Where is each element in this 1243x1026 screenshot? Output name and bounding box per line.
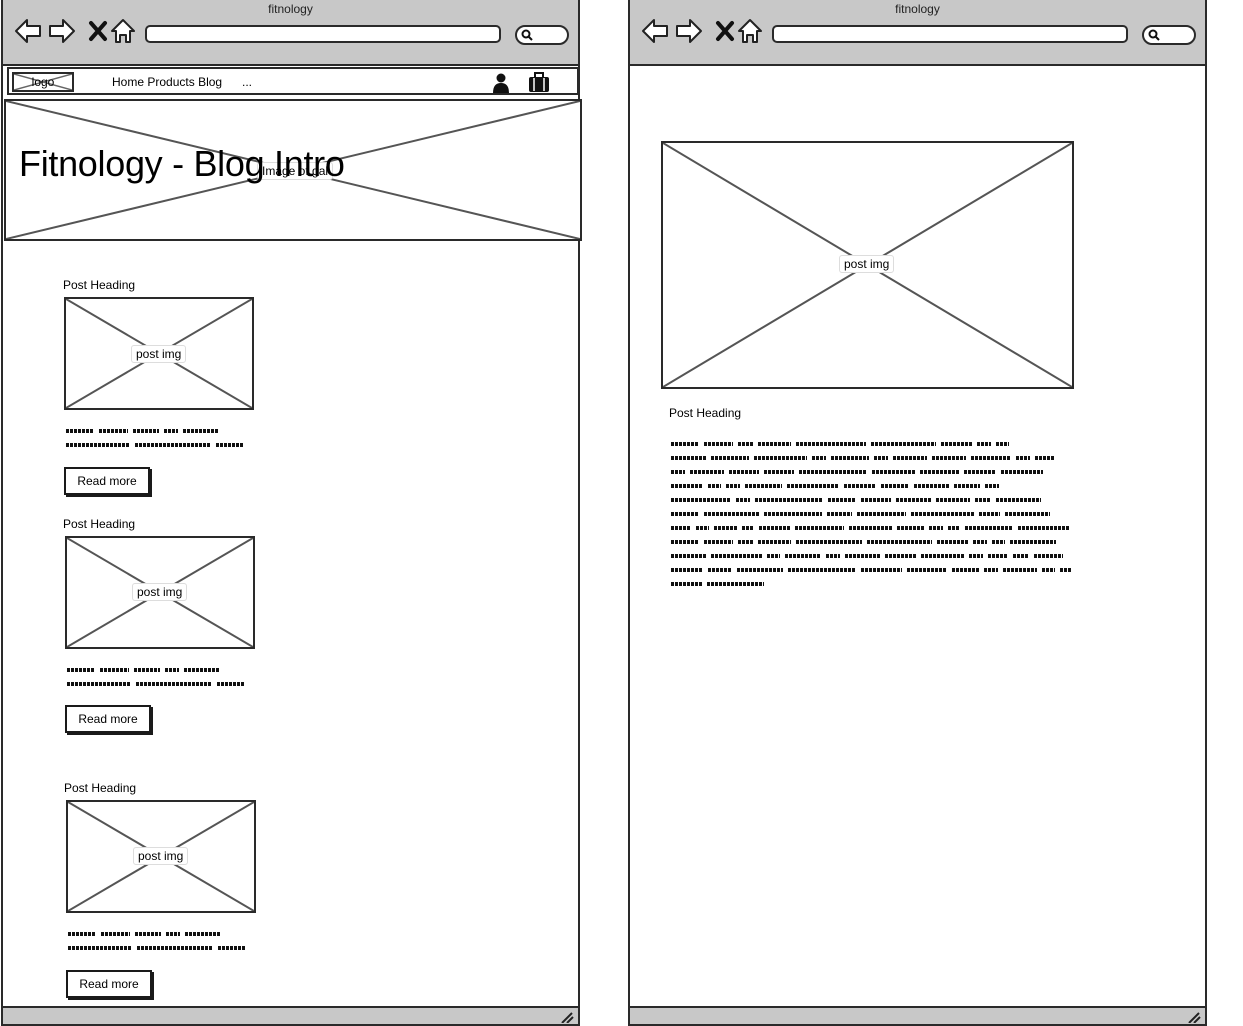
browser-statusbar (630, 1006, 1205, 1024)
nav-more[interactable]: ... (242, 75, 252, 89)
page-title: Fitnology - Blog Intro (19, 143, 345, 184)
post-heading: Post Heading (63, 517, 136, 531)
post-heading: Post Heading (669, 406, 742, 420)
nav-links: Home Products Blog (112, 75, 222, 89)
post-excerpt-text (68, 932, 246, 950)
browser-window-left: fitnology logo Home Products Blog ... Im… (1, 0, 582, 1026)
address-bar[interactable] (772, 25, 1128, 43)
forward-arrow-icon[interactable] (674, 16, 704, 46)
post-heading: Post Heading (63, 278, 136, 292)
post-excerpt-text (67, 668, 245, 686)
post-body-text (671, 442, 1071, 586)
nav-link-home[interactable]: Home (112, 75, 144, 89)
post-image: post img (64, 297, 254, 410)
post-image: post img (66, 800, 256, 913)
nav-link-products[interactable]: Products (147, 75, 194, 89)
post-heading: Post Heading (64, 781, 137, 795)
post-image-label: post img (133, 847, 189, 865)
search-icon (521, 29, 533, 41)
post-image-label: post img (839, 255, 895, 273)
back-arrow-icon[interactable] (13, 16, 43, 46)
search-field[interactable] (1142, 25, 1196, 45)
window-title: fitnology (895, 2, 940, 16)
browser-titlebar: fitnology (630, 0, 1205, 66)
post-excerpt-text (66, 429, 244, 447)
logo[interactable]: logo (12, 72, 74, 92)
user-icon[interactable] (492, 73, 510, 93)
briefcase-icon[interactable] (528, 72, 550, 93)
site-navbar: logo Home Products Blog ... (7, 67, 579, 95)
read-more-button[interactable]: Read more (65, 705, 151, 733)
search-field[interactable] (515, 25, 569, 45)
post-image-label: post img (132, 583, 188, 601)
post-image: post img (661, 141, 1074, 389)
home-icon[interactable] (735, 16, 765, 46)
window-title: fitnology (268, 2, 313, 16)
resize-grip-icon[interactable] (1187, 1011, 1201, 1023)
read-more-button[interactable]: Read more (66, 970, 152, 998)
hero-banner: Image of gal Fitnology - Blog Intro (4, 99, 582, 241)
nav-link-blog[interactable]: Blog (198, 75, 222, 89)
browser-window-right: fitnology post img Post Heading (628, 0, 1207, 1026)
home-icon[interactable] (108, 16, 138, 46)
browser-statusbar (3, 1006, 578, 1024)
browser-titlebar: fitnology (3, 0, 578, 66)
back-arrow-icon[interactable] (640, 16, 670, 46)
forward-arrow-icon[interactable] (47, 16, 77, 46)
post-image-label: post img (131, 345, 187, 363)
read-more-button[interactable]: Read more (64, 467, 150, 495)
resize-grip-icon[interactable] (560, 1011, 574, 1023)
address-bar[interactable] (145, 25, 501, 43)
logo-text: logo (31, 75, 55, 89)
post-image: post img (65, 536, 255, 649)
search-icon (1148, 29, 1160, 41)
